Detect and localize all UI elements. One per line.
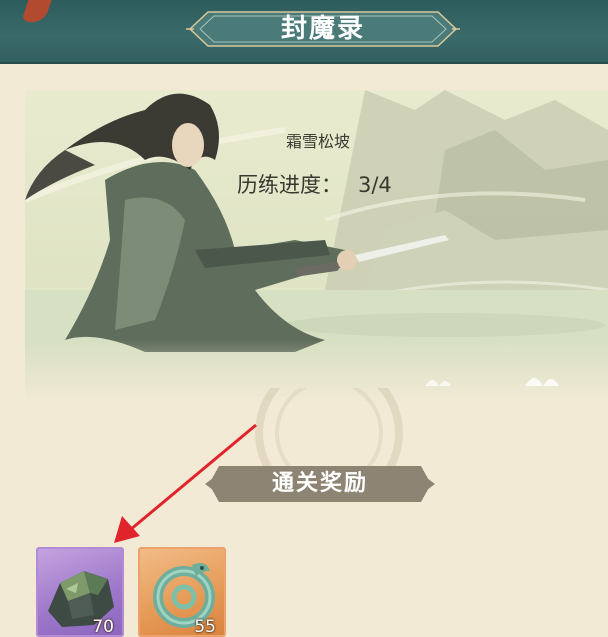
item-count: 55: [194, 617, 216, 637]
reward-item-ore[interactable]: 70: [36, 547, 124, 637]
title-plaque: 封魔录: [186, 9, 460, 49]
item-count: 70: [92, 617, 114, 637]
training-progress: 历练进度： 3/4: [237, 169, 392, 199]
area-name: 霜雪松坡: [286, 132, 351, 151]
reward-label-text: 通关奖励: [271, 471, 368, 496]
progress-label: 历练进度：: [237, 173, 342, 197]
brush-decoration-icon: [21, 0, 53, 27]
progress-value: 3/4: [358, 173, 392, 197]
clear-reward-header: 通关奖励: [205, 462, 435, 506]
page-title: 封魔录: [280, 14, 365, 44]
top-header-bar: 封魔录: [0, 0, 608, 64]
reward-item-jade[interactable]: 55: [138, 547, 226, 637]
